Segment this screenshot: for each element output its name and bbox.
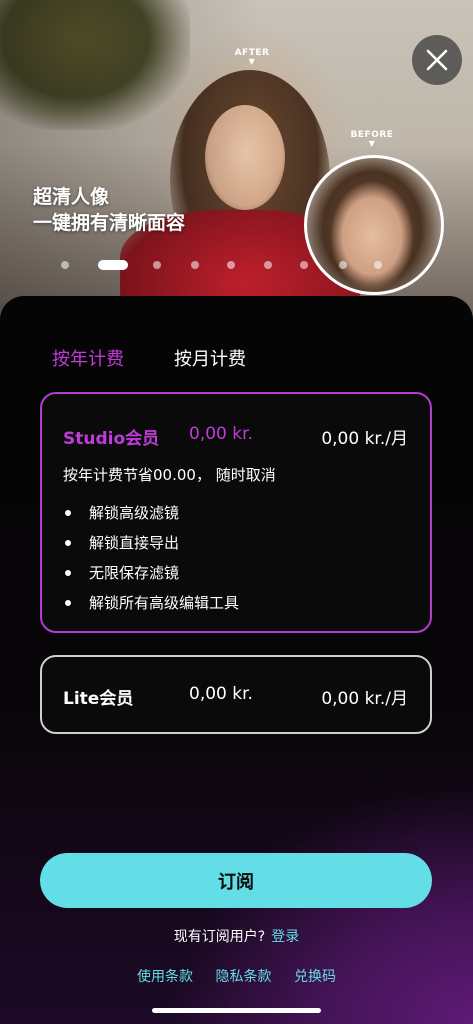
- list-item: 解锁所有高级编辑工具: [63, 592, 239, 622]
- list-item: 解锁高级滤镜: [63, 502, 239, 532]
- login-link[interactable]: 登录: [271, 929, 299, 945]
- after-arrow-icon: ▼: [248, 57, 256, 66]
- carousel-dot-active[interactable]: [98, 260, 128, 270]
- feature-label: 无限保存滤镜: [89, 564, 180, 582]
- plan-card-studio[interactable]: Studio会员 0,00 kr. 0,00 kr./月 按年计费节省00.00…: [40, 392, 432, 633]
- bullet-icon: [65, 570, 71, 576]
- terms-link[interactable]: 使用条款: [137, 969, 193, 985]
- carousel-dot[interactable]: [339, 261, 347, 269]
- plan-monthly-price: 0,00 kr./月: [321, 429, 408, 449]
- privacy-link[interactable]: 隐私条款: [216, 969, 272, 985]
- tab-yearly[interactable]: 按年计费: [52, 345, 124, 371]
- before-arrow-icon: ▼: [368, 139, 376, 148]
- headline-title: 超清人像: [33, 186, 110, 208]
- existing-user-row: 现有订阅用户? 登录: [0, 926, 473, 946]
- plan-monthly-price: 0,00 kr./月: [321, 689, 408, 709]
- bullet-icon: [65, 510, 71, 516]
- list-item: 无限保存滤镜: [63, 562, 239, 592]
- plan-price: 0,00 kr.: [189, 684, 253, 704]
- footer-links: 使用条款 隐私条款 兑换码: [0, 966, 473, 986]
- carousel-dot[interactable]: [191, 261, 199, 269]
- headline-subtitle: 一键拥有清晰面容: [33, 212, 186, 234]
- home-indicator: [152, 1008, 321, 1013]
- carousel-indicator: [0, 258, 473, 272]
- list-item: 解锁直接导出: [63, 532, 239, 562]
- after-label: AFTER ▼: [227, 48, 277, 66]
- feature-label: 解锁所有高级编辑工具: [89, 594, 240, 612]
- carousel-dot[interactable]: [264, 261, 272, 269]
- carousel-dot[interactable]: [61, 261, 69, 269]
- carousel-dot[interactable]: [374, 261, 382, 269]
- existing-user-text: 现有订阅用户?: [173, 929, 266, 945]
- redeem-code-link[interactable]: 兑换码: [294, 969, 336, 985]
- carousel-dot[interactable]: [300, 261, 308, 269]
- carousel-dot[interactable]: [227, 261, 235, 269]
- bullet-icon: [65, 540, 71, 546]
- carousel-dot[interactable]: [153, 261, 161, 269]
- plan-savings-note: 按年计费节省00.00， 随时取消: [63, 466, 276, 484]
- tab-monthly[interactable]: 按月计费: [174, 345, 246, 371]
- close-icon: [426, 49, 448, 71]
- plan-price: 0,00 kr.: [189, 424, 253, 444]
- close-button[interactable]: [412, 35, 462, 85]
- before-comparison-image: [304, 155, 444, 295]
- plan-card-lite[interactable]: Lite会员 0,00 kr. 0,00 kr./月: [40, 655, 432, 734]
- plan-name: Studio会员: [63, 429, 160, 449]
- feature-label: 解锁高级滤镜: [89, 504, 180, 522]
- feature-list: 解锁高级滤镜 解锁直接导出 无限保存滤镜 解锁所有高级编辑工具: [63, 502, 239, 622]
- feature-headline: 超清人像 一键拥有清晰面容: [33, 184, 185, 236]
- bullet-icon: [65, 600, 71, 606]
- feature-label: 解锁直接导出: [89, 534, 180, 552]
- subscribe-button[interactable]: 订阅: [40, 853, 432, 908]
- plan-name: Lite会员: [63, 689, 134, 709]
- before-label: BEFORE ▼: [347, 130, 397, 148]
